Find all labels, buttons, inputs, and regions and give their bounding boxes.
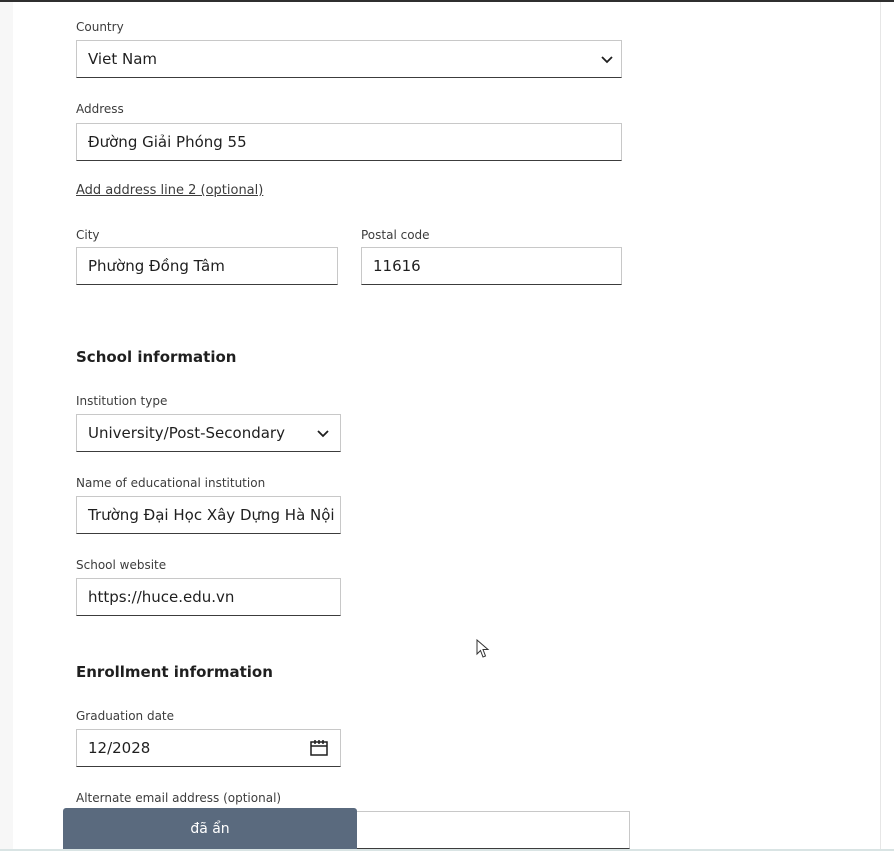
institution-name-value: Trường Đại Học Xây Dựng Hà Nội bbox=[88, 506, 335, 524]
address-value: Đường Giải Phóng 55 bbox=[88, 133, 247, 151]
graduation-date-input[interactable]: 12/2028 bbox=[76, 729, 341, 767]
right-divider bbox=[880, 2, 881, 851]
country-select[interactable]: Viet Nam bbox=[76, 40, 622, 78]
institution-type-label: Institution type bbox=[76, 394, 168, 408]
institution-name-label: Name of educational institution bbox=[76, 476, 266, 490]
school-website-input[interactable]: https://huce.edu.vn bbox=[76, 578, 341, 616]
postal-code-label: Postal code bbox=[361, 228, 430, 242]
chevron-down-icon bbox=[601, 56, 613, 64]
country-label: Country bbox=[76, 20, 124, 34]
alt-email-label: Alternate email address (optional) bbox=[76, 791, 282, 805]
institution-type-value: University/Post-Secondary bbox=[88, 424, 285, 442]
institution-name-input[interactable]: Trường Đại Học Xây Dựng Hà Nội bbox=[76, 496, 341, 534]
left-gutter bbox=[0, 2, 13, 851]
institution-type-select[interactable]: University/Post-Secondary bbox=[76, 414, 341, 452]
city-input[interactable]: Phường Đồng Tâm bbox=[76, 247, 338, 285]
city-label: City bbox=[76, 228, 100, 242]
calendar-icon[interactable] bbox=[309, 738, 329, 758]
graduation-date-value: 12/2028 bbox=[88, 739, 151, 757]
postal-code-input[interactable]: 11616 bbox=[361, 247, 622, 285]
chevron-down-icon bbox=[317, 430, 329, 438]
hidden-toast[interactable]: đã ẩn bbox=[63, 808, 357, 851]
graduation-date-label: Graduation date bbox=[76, 709, 175, 723]
postal-code-value: 11616 bbox=[373, 257, 421, 275]
address-input[interactable]: Đường Giải Phóng 55 bbox=[76, 123, 622, 161]
address-label: Address bbox=[76, 102, 124, 116]
mouse-cursor-icon bbox=[476, 639, 490, 658]
add-address-line2-link[interactable]: Add address line 2 (optional) bbox=[76, 183, 263, 198]
enrollment-info-heading: Enrollment information bbox=[76, 663, 273, 681]
window-top-border bbox=[0, 0, 894, 2]
country-value: Viet Nam bbox=[88, 50, 158, 68]
school-info-heading: School information bbox=[76, 348, 237, 366]
school-website-value: https://huce.edu.vn bbox=[88, 588, 235, 606]
school-website-label: School website bbox=[76, 558, 167, 572]
city-value: Phường Đồng Tâm bbox=[88, 257, 225, 275]
